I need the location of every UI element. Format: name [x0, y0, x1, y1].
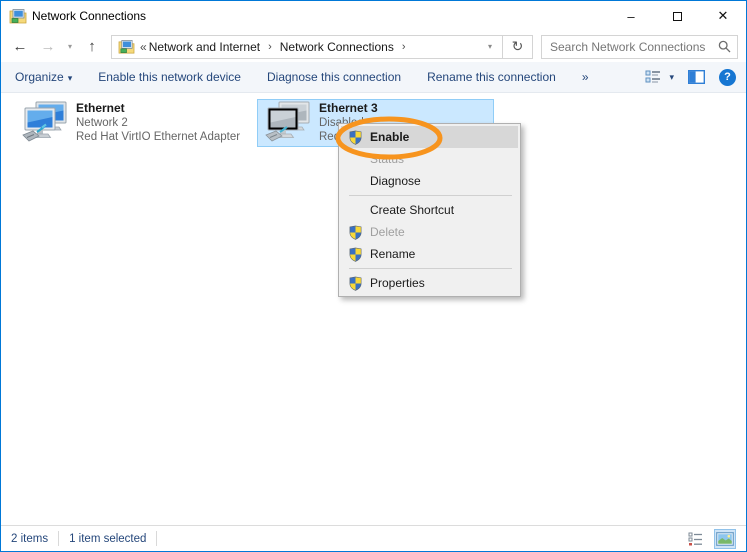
breadcrumb[interactable]: « Network and Internet › Network Connect… — [111, 35, 503, 59]
refresh-icon: ↻ — [512, 38, 524, 55]
close-icon: ✕ — [718, 8, 729, 24]
status-separator — [58, 531, 59, 546]
address-group: « Network and Internet › Network Connect… — [111, 35, 533, 59]
network-connections-app-icon — [9, 8, 27, 24]
large-icons-view-button[interactable] — [714, 529, 736, 549]
organize-menu-button[interactable]: Organize ▾ — [15, 70, 72, 84]
breadcrumb-overflow[interactable]: « — [140, 40, 147, 54]
breadcrumb-separator-icon[interactable]: › — [268, 41, 272, 53]
forward-icon: → — [41, 38, 56, 55]
breadcrumb-separator-icon[interactable]: › — [402, 41, 406, 53]
selected-count: 1 item selected — [69, 533, 146, 545]
caption-buttons: – ✕ — [608, 1, 746, 31]
network-adapter-icon — [19, 101, 69, 145]
preview-pane-icon — [688, 70, 705, 84]
window-title: Network Connections — [32, 9, 146, 23]
menu-item-rename[interactable]: Rename — [341, 243, 518, 265]
menu-item-label: Diagnose — [370, 174, 421, 188]
titlebar: Network Connections – ✕ — [1, 1, 746, 31]
more-commands-button[interactable]: » — [582, 70, 589, 84]
command-bar: Organize ▾ Enable this network device Dia… — [1, 62, 746, 93]
network-connections-window: Network Connections – ✕ ← → ▾ ↑ « Networ… — [0, 0, 747, 552]
close-button[interactable]: ✕ — [700, 1, 746, 31]
back-icon: ← — [13, 38, 28, 55]
connection-name: Ethernet — [76, 101, 240, 116]
menu-item-label: Delete — [370, 225, 405, 239]
change-view-button[interactable]: ▾ — [645, 70, 674, 84]
address-bar: ← → ▾ ↑ « Network and Internet › Network… — [1, 31, 746, 62]
view-list-icon — [645, 70, 661, 84]
statusbar-view-buttons — [684, 529, 736, 549]
network-adapter-disabled-icon — [262, 101, 312, 145]
help-button[interactable]: ? — [719, 69, 736, 86]
connections-list: Ethernet Network 2 Red Hat VirtIO Ethern… — [1, 93, 746, 525]
preview-pane-button[interactable] — [688, 70, 705, 84]
menu-item-label: Enable — [370, 130, 409, 144]
folder-location-icon — [118, 39, 135, 54]
status-separator — [156, 531, 157, 546]
back-button[interactable]: ← — [7, 35, 33, 59]
connection-status: Network 2 — [76, 116, 240, 131]
uac-shield-icon — [348, 247, 370, 262]
maximize-icon — [673, 12, 682, 21]
chevron-down-icon: ▾ — [669, 72, 674, 83]
connection-item-ethernet[interactable]: Ethernet Network 2 Red Hat VirtIO Ethern… — [15, 99, 252, 147]
menu-separator — [349, 195, 512, 196]
refresh-button[interactable]: ↻ — [503, 35, 533, 59]
menu-item-diagnose[interactable]: Diagnose — [341, 170, 518, 192]
thumbnail-view-icon — [716, 532, 734, 546]
menu-item-label: Rename — [370, 247, 415, 261]
rename-connection-button[interactable]: Rename this connection — [427, 70, 556, 84]
minimize-icon: – — [627, 9, 634, 24]
menu-separator — [349, 268, 512, 269]
minimize-button[interactable]: – — [608, 1, 654, 31]
chevron-down-icon: ▾ — [68, 42, 72, 51]
recent-locations-button[interactable]: ▾ — [63, 35, 77, 59]
search-input[interactable] — [550, 40, 718, 54]
chevron-down-icon: ▾ — [68, 73, 73, 83]
uac-shield-icon — [348, 130, 370, 145]
breadcrumb-item-network-and-internet[interactable]: Network and Internet — [149, 40, 260, 54]
up-icon: ↑ — [88, 38, 96, 55]
menu-item-delete: Delete — [341, 221, 518, 243]
diagnose-connection-button[interactable]: Diagnose this connection — [267, 70, 401, 84]
breadcrumb-item-network-connections[interactable]: Network Connections — [280, 40, 394, 54]
organize-label: Organize — [15, 70, 64, 84]
maximize-button[interactable] — [654, 1, 700, 31]
menu-item-create-shortcut[interactable]: Create Shortcut — [341, 199, 518, 221]
menu-item-label: Properties — [370, 276, 425, 290]
address-dropdown-icon[interactable]: ▾ — [482, 42, 498, 51]
context-menu: Enable Status Diagnose Create Shortcut D… — [338, 123, 521, 297]
status-bar: 2 items 1 item selected — [1, 525, 746, 551]
connection-device: Red Hat VirtIO Ethernet Adapter — [76, 130, 240, 145]
commandbar-right-group: ▾ ? — [645, 69, 736, 86]
connection-name: Ethernet 3 — [319, 101, 483, 116]
menu-item-status: Status — [341, 148, 518, 170]
menu-item-properties[interactable]: Properties — [341, 272, 518, 294]
enable-device-button[interactable]: Enable this network device — [98, 70, 241, 84]
help-icon: ? — [724, 71, 731, 83]
up-button[interactable]: ↑ — [79, 35, 105, 59]
search-icon[interactable] — [718, 40, 731, 53]
search-box — [541, 35, 738, 59]
menu-item-label: Create Shortcut — [370, 203, 454, 217]
connection-text: Ethernet Network 2 Red Hat VirtIO Ethern… — [76, 101, 240, 145]
menu-item-enable[interactable]: Enable — [341, 126, 518, 148]
menu-item-label: Status — [370, 152, 404, 166]
items-count: 2 items — [11, 533, 48, 545]
uac-shield-icon — [348, 276, 370, 291]
uac-shield-icon — [348, 225, 370, 240]
details-view-button[interactable] — [684, 529, 706, 549]
details-view-icon — [688, 532, 703, 546]
forward-button[interactable]: → — [35, 35, 61, 59]
